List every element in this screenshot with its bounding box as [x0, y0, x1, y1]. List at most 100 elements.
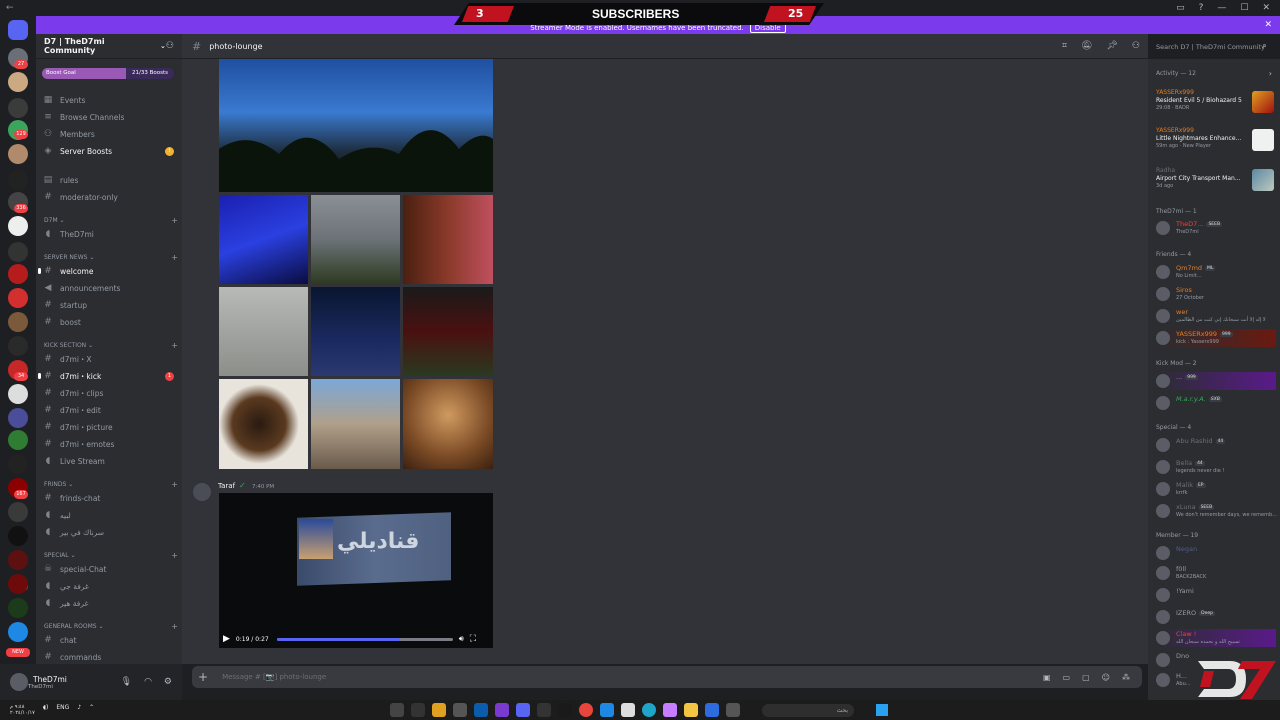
- invite-icon[interactable]: ⚇: [166, 41, 174, 51]
- minimize-button[interactable]: —: [1217, 3, 1226, 13]
- channel-announcements[interactable]: ◀ announcements: [42, 280, 178, 296]
- voice-channel[interactable]: ◖ ﻟﺒﻴﻪ: [42, 507, 178, 523]
- member-row[interactable]: IZERO Deep: [1156, 608, 1276, 626]
- windows-start-icon[interactable]: [876, 704, 888, 716]
- gallery-image[interactable]: [403, 379, 493, 469]
- app-icon[interactable]: [453, 703, 467, 717]
- member-row[interactable]: Siros 27 October: [1156, 285, 1276, 303]
- avatar[interactable]: [10, 673, 28, 691]
- server-icon[interactable]: [8, 98, 28, 118]
- app-icon[interactable]: [537, 703, 551, 717]
- category-d7m[interactable]: D7M ⌄ +: [44, 216, 178, 225]
- server-icon[interactable]: [8, 312, 28, 332]
- discord-home-icon[interactable]: [8, 20, 28, 40]
- channel-welcome[interactable]: # welcome: [38, 263, 178, 279]
- add-attachment-icon[interactable]: +: [198, 670, 208, 684]
- threads-icon[interactable]: ⌗: [1062, 41, 1067, 51]
- member-row[interactable]: Abu Rashid 44: [1156, 436, 1276, 454]
- app-icon[interactable]: [705, 703, 719, 717]
- server-icon[interactable]: [8, 454, 28, 474]
- gallery-image[interactable]: [311, 195, 400, 284]
- video-progress[interactable]: [276, 637, 453, 641]
- server-icon[interactable]: [8, 336, 28, 356]
- folder-icon[interactable]: [684, 703, 698, 717]
- server-icon[interactable]: [8, 264, 28, 284]
- activity-card[interactable]: YASSERx999 Resident Evil 5 / Biohazard 5…: [1156, 89, 1274, 119]
- activity-card[interactable]: Radha Airport City Transport Man... 3d a…: [1156, 167, 1274, 197]
- member-row[interactable]: YASSERx999 999 kick : Yasserx999: [1156, 329, 1276, 347]
- gallery-image[interactable]: [403, 287, 493, 376]
- search-input[interactable]: Search D7 | TheD7mi Community: [1148, 38, 1276, 55]
- add-channel-icon[interactable]: +: [171, 622, 178, 631]
- app-icon[interactable]: [495, 703, 509, 717]
- channel-special-chat[interactable]: ☠ special-Chat: [42, 561, 178, 577]
- voice-channel-thed7mi[interactable]: ◖ TheD7mi: [42, 226, 178, 242]
- play-icon[interactable]: ▶: [223, 634, 230, 644]
- app-icon[interactable]: [558, 703, 572, 717]
- server-icon[interactable]: [8, 288, 28, 308]
- taskbar-search[interactable]: ﺑﺤﺚ: [762, 703, 854, 717]
- settings-gear-icon[interactable]: ⚙: [164, 677, 172, 687]
- member-row[interactable]: Claw ! ﺗﺴﺒﻴﺢ ﺍﻟﻠﻪ ﻭ ﺑﺤﻤﺪﻩ ﺳﺒﺤﺎﻥ ﺍﻟﻠﻪ: [1156, 629, 1276, 647]
- gif-icon[interactable]: ▭: [1063, 673, 1071, 682]
- member-row[interactable]: ... 999: [1156, 372, 1276, 390]
- gallery-image[interactable]: [311, 379, 400, 469]
- pin-icon[interactable]: 📌︎: [1106, 41, 1117, 51]
- sidebar-item-members[interactable]: ⚇ Members: [42, 126, 178, 142]
- category-special[interactable]: SPECIAL ⌄ +: [44, 551, 178, 560]
- gallery-image[interactable]: [219, 379, 308, 469]
- server-header[interactable]: D7 | TheD7mi Community ⌄ ⚇: [36, 34, 182, 59]
- channel-moderator-only[interactable]: # moderator-only: [42, 189, 178, 205]
- app-icon[interactable]: [621, 703, 635, 717]
- server-icon[interactable]: [8, 242, 28, 262]
- boost-goal-bar[interactable]: Boost Goal 21/33 Boosts: [42, 68, 174, 79]
- member-row[interactable]: Malik EP krrfk: [1156, 480, 1276, 498]
- back-arrow-icon[interactable]: ←: [6, 3, 14, 13]
- server-icon[interactable]: [8, 216, 28, 236]
- channel-boost[interactable]: # boost: [42, 314, 178, 330]
- microphone-icon[interactable]: 🎙︎: [121, 677, 132, 687]
- server-icon[interactable]: [8, 170, 28, 190]
- sticker-icon[interactable]: ▢: [1082, 673, 1090, 682]
- channel-startup[interactable]: # startup: [42, 297, 178, 313]
- message-author[interactable]: Taraf: [218, 482, 235, 490]
- inbox-icon[interactable]: ▭: [1176, 3, 1185, 13]
- member-row[interactable]: M.a.r.y.A. SXB: [1156, 394, 1276, 412]
- mic-icon[interactable]: ♪: [77, 704, 81, 716]
- channel-commands[interactable]: # commands: [42, 649, 178, 664]
- server-icon[interactable]: [8, 622, 28, 642]
- apps-icon[interactable]: ⁂: [1122, 673, 1130, 682]
- language-indicator[interactable]: ENG: [56, 704, 69, 716]
- gallery-image[interactable]: [219, 195, 308, 284]
- channel-live-stream[interactable]: ◖ Live Stream: [42, 453, 178, 469]
- app-icon[interactable]: [432, 703, 446, 717]
- server-icon[interactable]: [8, 144, 28, 164]
- sidebar-item-server-boosts[interactable]: ◈ Server Boosts!: [42, 143, 178, 159]
- gift-icon[interactable]: ▣: [1043, 673, 1051, 682]
- headphones-icon[interactable]: ◠: [144, 677, 152, 687]
- notification-bell-icon[interactable]: 🔕︎: [1081, 41, 1092, 51]
- voice-channel[interactable]: ◖ ﺳﺮﻧﺎﻙ ﻓﻲ ﺑﻴﺮ: [42, 524, 178, 540]
- server-icon[interactable]: [8, 408, 28, 428]
- app-icon[interactable]: [600, 703, 614, 717]
- app-icon[interactable]: [474, 703, 488, 717]
- sidebar-item-browse[interactable]: ≡ Browse Channels: [42, 109, 178, 125]
- member-list-icon[interactable]: ⚇: [1132, 41, 1140, 51]
- channel-frinds-chat[interactable]: # frinds-chat: [42, 490, 178, 506]
- member-row[interactable]: wer ﻻ ﺇﻟﻪ ﺇﻻ ﺃﻧﺖ ﺳﺒﺤﺎﻧﻚ ﺇﻧﻲ ﻛﻨﺖ ﻣﻦ ﺍﻟﻈﺎﻟﻤ…: [1156, 307, 1276, 325]
- volume-icon[interactable]: ◖): [43, 704, 49, 716]
- app-icon[interactable]: [411, 703, 425, 717]
- add-channel-icon[interactable]: +: [171, 480, 178, 489]
- gallery-image[interactable]: [403, 195, 493, 284]
- add-channel-icon[interactable]: +: [171, 253, 178, 262]
- server-icon[interactable]: [8, 526, 28, 546]
- server-icon[interactable]: [8, 384, 28, 404]
- server-icon[interactable]: [8, 72, 28, 92]
- help-icon[interactable]: ?: [1199, 3, 1204, 13]
- voice-channel[interactable]: ◖ ﻏﺮﻓﺔ ﺟﻲ: [42, 578, 178, 594]
- voice-channel[interactable]: ◖ ﻏﺮﻓﺔ ﻫﻴﺮ: [42, 595, 178, 611]
- message-input[interactable]: Message # [📷] photo-lounge: [222, 673, 326, 681]
- chevron-right-icon[interactable]: ›: [1269, 69, 1272, 78]
- category-server-news[interactable]: SERVER NEWS ⌄ +: [44, 253, 178, 262]
- chevron-up-icon[interactable]: ⌃: [89, 704, 94, 716]
